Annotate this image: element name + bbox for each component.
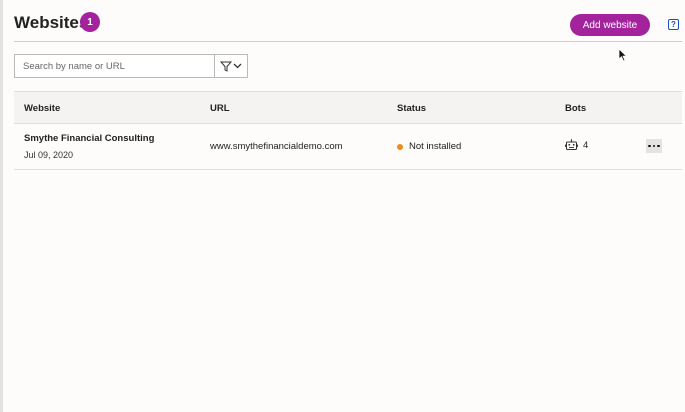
column-header-url[interactable]: URL	[210, 103, 230, 114]
header-divider	[14, 41, 682, 42]
websites-table: Website URL Status Bots Smythe Financial…	[14, 91, 682, 170]
chevron-down-icon	[233, 63, 242, 69]
website-url: www.smythefinancialdemo.com	[210, 141, 343, 152]
websites-page: Websites 1 Add website ? Website URL Sta…	[0, 0, 685, 412]
status-text: Not installed	[409, 141, 462, 152]
bots-count: 4	[583, 139, 589, 151]
help-icon[interactable]: ?	[668, 19, 679, 30]
add-website-button[interactable]: Add website	[570, 14, 650, 36]
status-dot-icon	[397, 143, 403, 150]
more-options-button[interactable]	[646, 139, 662, 153]
column-header-status[interactable]: Status	[397, 103, 426, 114]
column-header-bots[interactable]: Bots	[565, 103, 586, 114]
search-input[interactable]	[15, 55, 214, 77]
filter-button[interactable]	[214, 55, 247, 77]
website-name[interactable]: Smythe Financial Consulting	[24, 133, 154, 144]
bot-icon	[565, 139, 578, 150]
table-row[interactable]: Smythe Financial Consulting Jul 09, 2020…	[14, 124, 682, 170]
website-date: Jul 09, 2020	[24, 150, 74, 160]
search-box	[14, 54, 248, 78]
bots-cell: 4	[565, 139, 588, 151]
website-count-badge: 1	[80, 12, 100, 32]
mouse-cursor-icon	[618, 48, 628, 62]
table-header: Website URL Status Bots	[14, 91, 682, 124]
filter-icon	[220, 61, 232, 72]
status-cell: Not installed	[397, 141, 461, 152]
page-title: Websites	[14, 13, 89, 32]
column-header-website[interactable]: Website	[24, 103, 60, 114]
